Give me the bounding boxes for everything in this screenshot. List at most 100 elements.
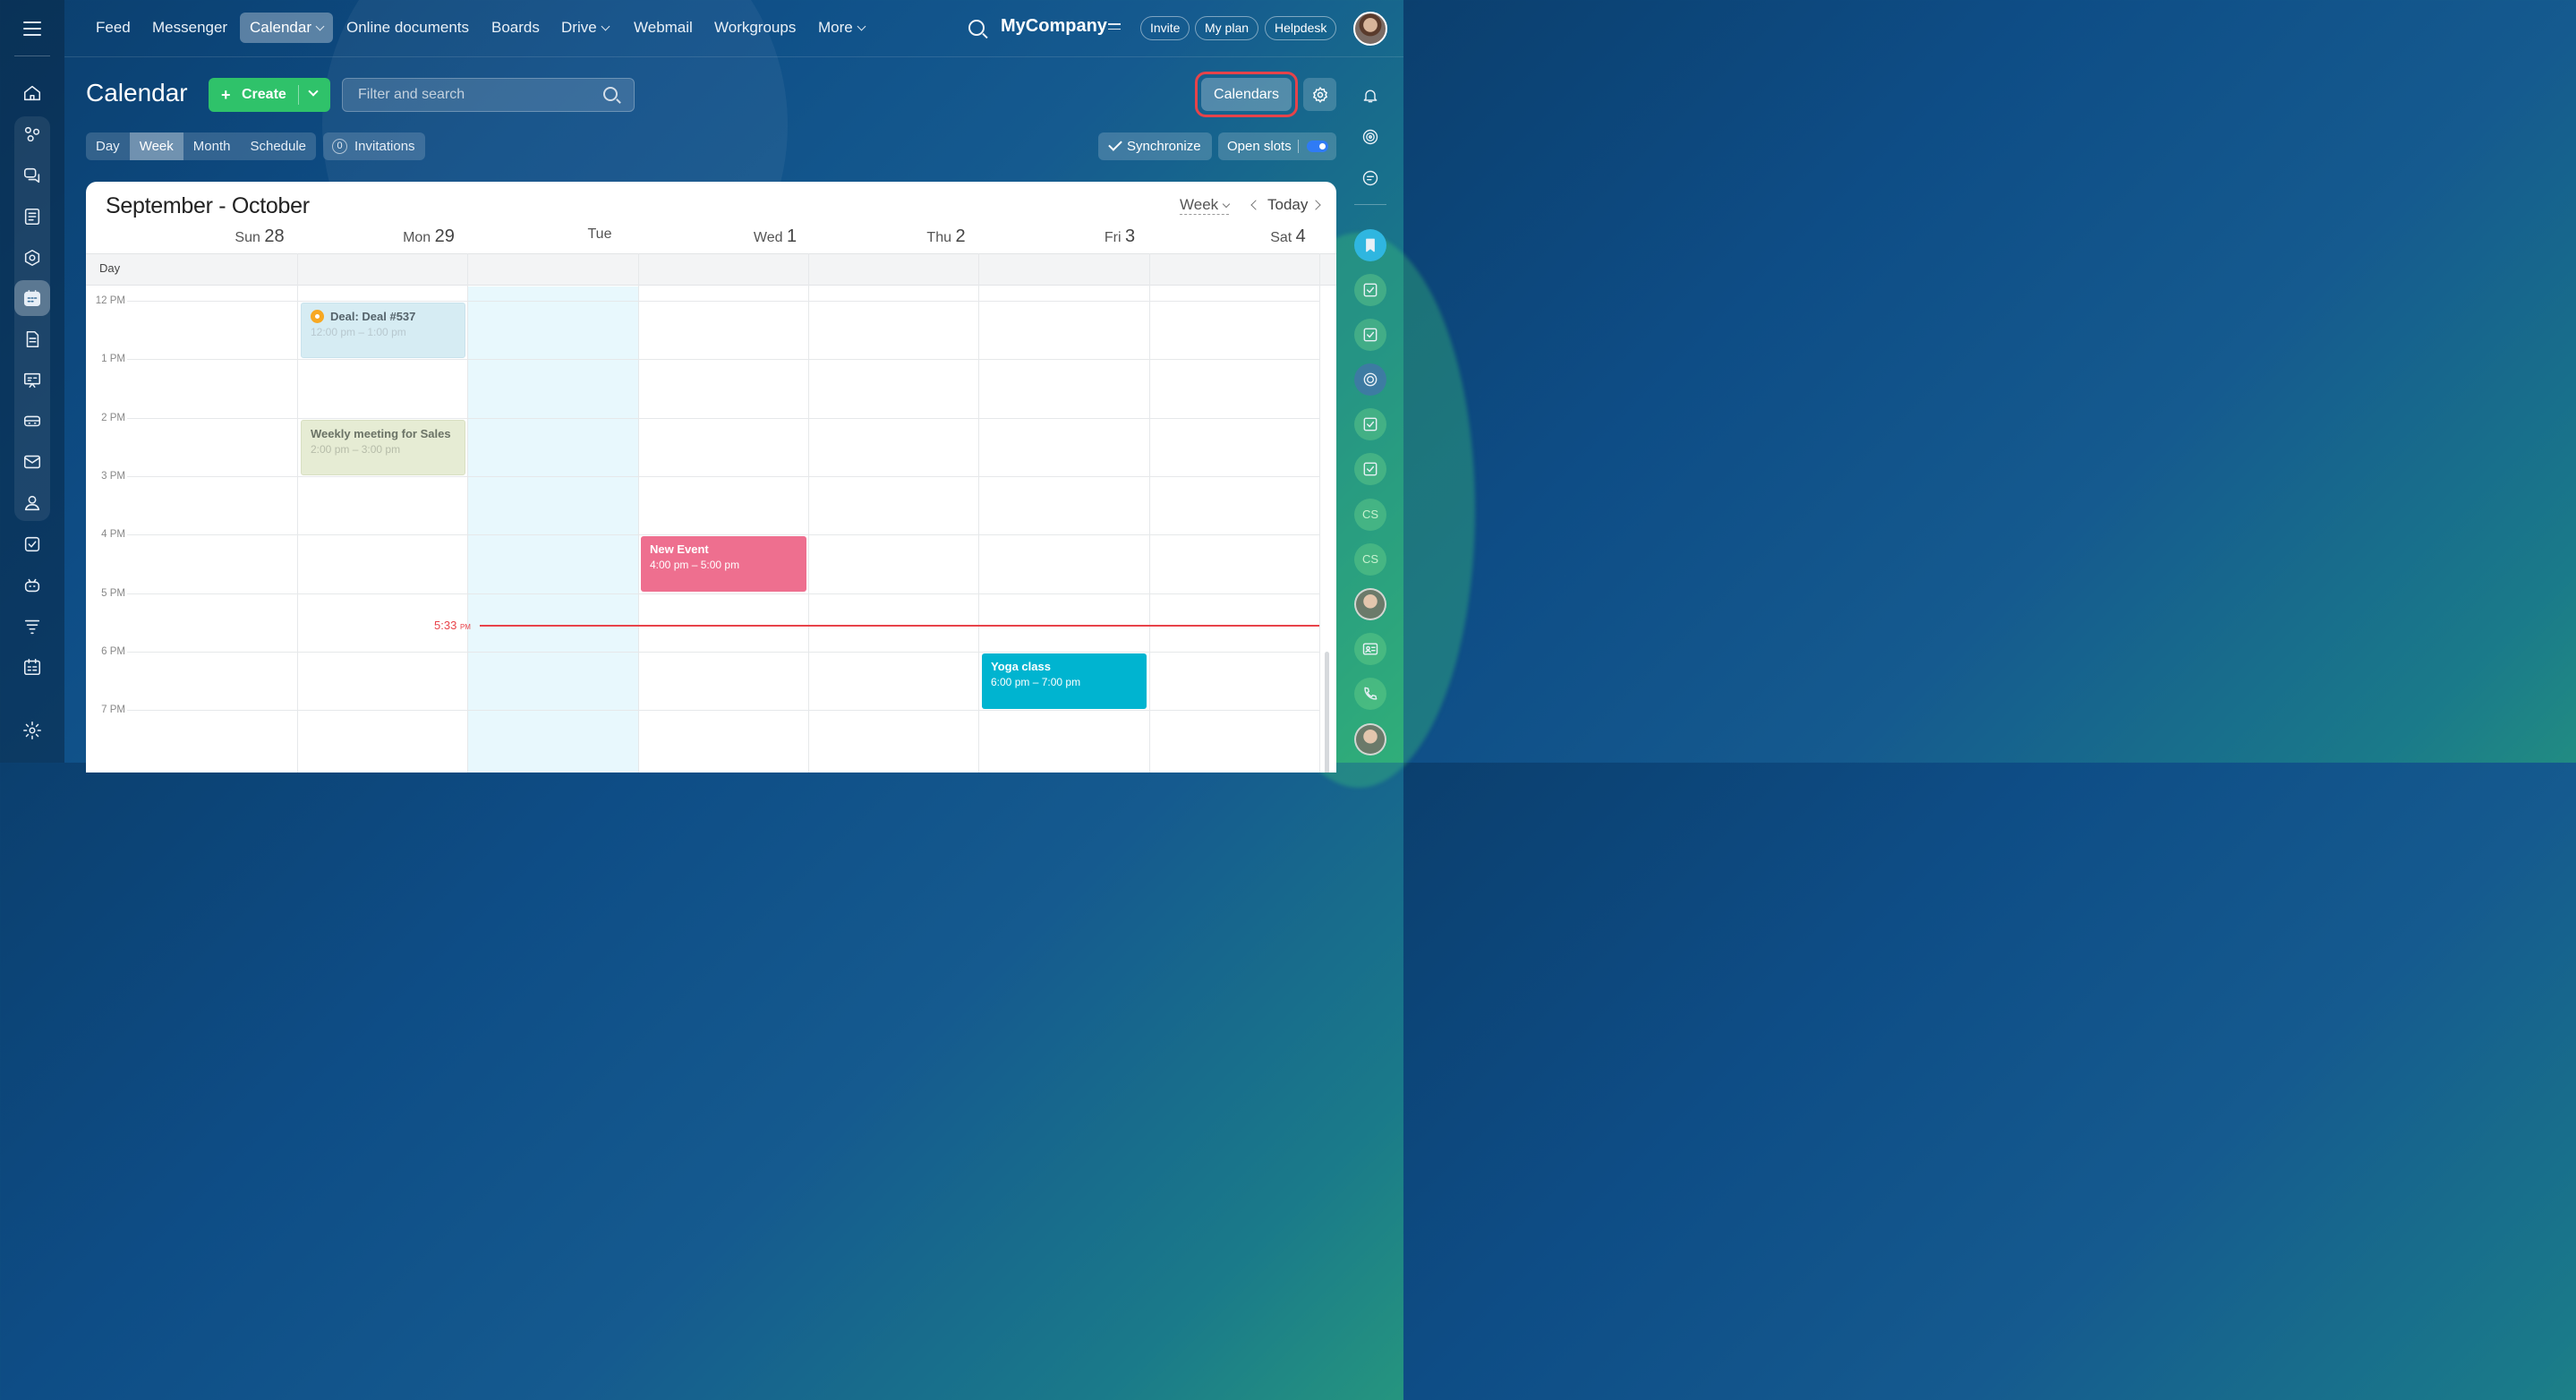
column-divider: [808, 253, 809, 773]
chevron-down-icon[interactable]: [308, 86, 319, 97]
gear-icon[interactable]: [1303, 78, 1336, 111]
day-header[interactable]: Mon 29: [344, 226, 514, 247]
event-new[interactable]: New Event 4:00 pm – 5:00 pm: [641, 536, 806, 592]
day-number: 1: [786, 226, 798, 246]
chat-icon[interactable]: [14, 158, 50, 193]
day-header[interactable]: Sun 28: [175, 226, 345, 247]
hour-label: 2 PM: [101, 413, 125, 423]
avatar[interactable]: [1354, 723, 1386, 755]
chat-search-icon[interactable]: [1354, 162, 1386, 194]
task-icon[interactable]: [1354, 408, 1386, 440]
filter-icon[interactable]: [14, 609, 50, 645]
target-icon[interactable]: [1354, 121, 1386, 153]
nav-feed[interactable]: Feed: [86, 13, 141, 43]
open-slots-toggle[interactable]: [1307, 141, 1328, 152]
feed-icon[interactable]: [14, 199, 50, 235]
tasks-icon[interactable]: [14, 116, 50, 152]
bell-icon[interactable]: [1354, 80, 1386, 112]
settings-icon[interactable]: [14, 713, 50, 748]
chevron-right-icon[interactable]: [1310, 200, 1321, 210]
planner-icon[interactable]: [14, 649, 50, 685]
day-number: 4: [1295, 226, 1306, 246]
nav-calendar[interactable]: Calendar: [240, 13, 333, 43]
bookmark-icon[interactable]: [1354, 229, 1386, 261]
sites-icon[interactable]: [14, 240, 50, 276]
avatar[interactable]: [1354, 588, 1386, 620]
current-time-suffix: PM: [459, 623, 471, 631]
target-icon[interactable]: [1354, 363, 1386, 396]
tab-day[interactable]: Day: [86, 132, 130, 160]
contact-card-icon[interactable]: [1354, 633, 1386, 665]
event-time: 6:00 pm – 7:00 pm: [991, 676, 1081, 688]
search-input[interactable]: [342, 78, 635, 112]
event-yoga[interactable]: Yoga class 6:00 pm – 7:00 pm: [982, 653, 1147, 709]
rail-avatar-cs[interactable]: CS: [1354, 499, 1386, 531]
page-title: Calendar: [86, 79, 188, 107]
presentation-icon[interactable]: [14, 363, 50, 398]
my-plan-button[interactable]: My plan: [1195, 16, 1259, 40]
view-switcher: Day Week Month Schedule: [86, 132, 317, 160]
nav-boards[interactable]: Boards: [482, 13, 550, 43]
hour-line: [127, 301, 1319, 302]
crm-icon[interactable]: [14, 403, 50, 439]
event-title: Yoga class: [991, 660, 1051, 673]
task-icon[interactable]: [1354, 274, 1386, 306]
hour-label: 4 PM: [101, 529, 125, 540]
task-icon[interactable]: [1354, 453, 1386, 485]
search-icon[interactable]: [603, 87, 618, 101]
day-header[interactable]: Wed 1: [690, 226, 860, 247]
event-title: New Event: [650, 542, 709, 556]
scrollbar[interactable]: [1325, 652, 1329, 773]
event-time: 12:00 pm – 1:00 pm: [311, 326, 406, 338]
nav-messenger[interactable]: Messenger: [142, 13, 237, 43]
tab-month[interactable]: Month: [183, 132, 241, 160]
nav-webmail[interactable]: Webmail: [624, 13, 703, 43]
invitations-count: 0: [332, 139, 347, 154]
day-name: Thu: [926, 230, 951, 245]
nav-divider: [64, 56, 1403, 57]
rail-avatar-cs[interactable]: CS: [1354, 543, 1386, 576]
current-time-line: [480, 625, 1319, 627]
documents-icon[interactable]: [14, 321, 50, 357]
bot-icon[interactable]: [14, 568, 50, 603]
event-deal[interactable]: Deal: Deal #537 12:00 pm – 1:00 pm: [301, 303, 465, 358]
checklist-icon[interactable]: [14, 526, 50, 562]
today-button[interactable]: Today: [1267, 196, 1308, 214]
phone-icon[interactable]: [1354, 678, 1386, 710]
avatar[interactable]: [1353, 12, 1387, 46]
open-slots-button[interactable]: Open slots: [1218, 132, 1336, 160]
home-icon[interactable]: [14, 75, 50, 111]
nav-more[interactable]: More: [808, 13, 874, 43]
nav-workgroups[interactable]: Workgroups: [704, 13, 806, 43]
calendar-icon[interactable]: [14, 280, 50, 316]
company-name[interactable]: MyCompany: [1001, 16, 1107, 37]
left-sidebar: [0, 0, 64, 763]
day-header[interactable]: Fri 3: [1035, 226, 1205, 247]
invitations-button[interactable]: 0 Invitations: [323, 132, 425, 160]
hour-line: [127, 476, 1319, 477]
search-icon[interactable]: [968, 20, 985, 36]
nav-online-documents[interactable]: Online documents: [337, 13, 479, 43]
nav-drive-label: Drive: [561, 19, 597, 36]
tab-schedule[interactable]: Schedule: [240, 132, 316, 160]
chevron-left-icon[interactable]: [1250, 200, 1261, 210]
column-divider: [978, 253, 979, 773]
chevron-down-icon: [1222, 200, 1231, 209]
calendars-button[interactable]: Calendars: [1201, 78, 1292, 111]
mail-icon[interactable]: [14, 444, 50, 480]
day-header[interactable]: Tue 30: [515, 226, 685, 243]
nav-drive[interactable]: Drive: [551, 13, 618, 43]
day-header[interactable]: Thu 2: [861, 226, 1031, 247]
invite-button[interactable]: Invite: [1140, 16, 1190, 40]
create-button[interactable]: + Create: [209, 78, 330, 112]
sliders-icon[interactable]: [1108, 23, 1121, 34]
menu-icon[interactable]: [23, 21, 41, 36]
view-selector[interactable]: Week: [1180, 196, 1231, 215]
event-weekly-meeting[interactable]: Weekly meeting for Sales 2:00 pm – 3:00 …: [301, 420, 465, 475]
tab-week[interactable]: Week: [129, 132, 183, 160]
synchronize-button[interactable]: Synchronize: [1098, 132, 1212, 160]
contacts-icon[interactable]: [14, 485, 50, 521]
helpdesk-button[interactable]: Helpdesk: [1265, 16, 1337, 40]
day-header[interactable]: Sat 4: [1203, 226, 1336, 247]
task-icon[interactable]: [1354, 319, 1386, 351]
